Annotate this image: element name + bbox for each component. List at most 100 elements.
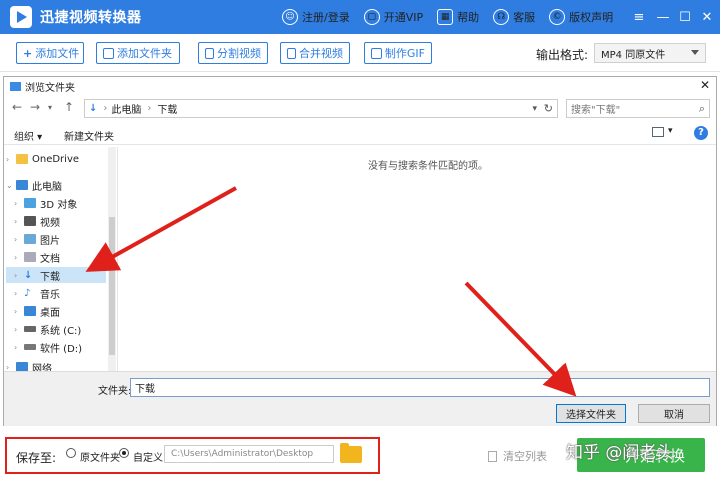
tree-label: 图片 (40, 235, 60, 247)
minimize-icon[interactable]: — (652, 0, 674, 34)
merge-video-label: 合并视频 (299, 47, 343, 60)
vip-label: 开通VIP (383, 11, 424, 24)
copyright-icon: © (549, 9, 566, 25)
merge-icon (287, 47, 296, 59)
refresh-icon[interactable]: ↻ (544, 102, 553, 115)
service-link[interactable]: ☊ 客服 (493, 9, 535, 25)
address-bar[interactable]: ↓ › 此电脑 › 下载 ▾ ↻ (84, 99, 558, 118)
tree-item-onedrive[interactable]: › OneDrive (6, 151, 106, 167)
network-icon (16, 362, 28, 371)
app-logo-icon (10, 6, 32, 28)
tree-label: 系统 (C:) (40, 325, 82, 337)
login-link[interactable]: ☺ 注册/登录 (282, 9, 350, 25)
picture-icon (24, 234, 36, 244)
add-file-button[interactable]: + 添加文件 (16, 42, 84, 64)
search-icon: ⌕ (698, 102, 705, 115)
new-folder-button[interactable]: 新建文件夹 (64, 128, 114, 143)
annotation-box (5, 437, 380, 474)
view-chevron-icon[interactable]: ▾ (668, 126, 673, 136)
plus-icon: + (23, 46, 33, 60)
dialog-footer: 文件夹: 下载 选择文件夹 取消 (4, 371, 716, 426)
onedrive-icon (16, 154, 28, 164)
drive-d-icon (24, 344, 36, 350)
tree-scrollbar[interactable] (108, 147, 116, 371)
app-title: 迅捷视频转换器 (40, 10, 142, 26)
tree-item-drive-d[interactable]: › 软件 (D:) (14, 339, 106, 355)
close-icon[interactable]: ✕ (696, 0, 718, 34)
dialog-close-icon[interactable]: ✕ (700, 78, 710, 92)
chevron-right-icon: › (14, 306, 18, 316)
copyright-link[interactable]: © 版权声明 (549, 9, 613, 25)
tree-item-videos[interactable]: › 视频 (14, 213, 106, 229)
tree-item-3d-objects[interactable]: › 3D 对象 (14, 195, 106, 211)
back-arrow-icon[interactable]: ← (12, 100, 22, 114)
tree-item-documents[interactable]: › 文档 (14, 249, 106, 265)
login-label: 注册/登录 (302, 11, 350, 24)
tree-label: 文档 (40, 253, 60, 265)
tree-label: 桌面 (40, 307, 60, 319)
forward-arrow-icon[interactable]: → (30, 100, 40, 114)
tree-item-this-pc[interactable]: ⌄ 此电脑 (6, 177, 106, 193)
output-format-value: MP4 同原文件 (601, 49, 666, 61)
folder-name-input[interactable]: 下载 (130, 378, 710, 397)
breadcrumb-this-pc[interactable]: 此电脑 (111, 101, 141, 116)
clear-list-button[interactable]: 清空列表 (488, 448, 547, 464)
select-folder-button[interactable]: 选择文件夹 (556, 404, 626, 423)
chevron-right-icon: › (14, 324, 18, 334)
chevron-right-icon: › (6, 362, 10, 372)
folder-label: 文件夹: (98, 386, 132, 397)
desktop-icon (24, 306, 36, 316)
document-icon (24, 252, 36, 262)
dialog-titlebar: 浏览文件夹 ✕ (4, 77, 716, 95)
cancel-button[interactable]: 取消 (638, 404, 710, 423)
search-input[interactable]: 搜索"下载" ⌕ (566, 99, 710, 118)
help-icon[interactable]: ? (694, 126, 708, 140)
organize-menu[interactable]: 组织 ▾ (14, 128, 42, 143)
tree-item-pictures[interactable]: › 图片 (14, 231, 106, 247)
dialog-title: 浏览文件夹 (25, 82, 75, 94)
chevron-right-icon: › (14, 270, 18, 280)
download-icon: ↓ (89, 103, 98, 114)
merge-video-button[interactable]: 合并视频 (280, 42, 350, 64)
recent-chevron-icon[interactable]: ▾ (48, 103, 52, 112)
copyright-label: 版权声明 (569, 11, 614, 24)
chevron-right-icon: › (14, 288, 18, 298)
address-row: ← → ▾ ↑ ↓ › 此电脑 › 下载 ▾ ↻ 搜索"下载" ⌕ (4, 97, 716, 119)
address-chevron-icon[interactable]: ▾ (532, 104, 537, 114)
view-icon[interactable] (652, 127, 664, 137)
split-video-button[interactable]: 分割视频 (198, 42, 268, 64)
trash-icon (488, 450, 497, 462)
output-format-select[interactable]: MP4 同原文件 (594, 43, 706, 63)
tree-item-network[interactable]: › 网络 (6, 359, 106, 371)
up-arrow-icon[interactable]: ↑ (64, 100, 74, 114)
make-gif-button[interactable]: 制作GIF (364, 42, 432, 64)
breadcrumb-downloads[interactable]: 下载 (157, 101, 177, 116)
chevron-right-icon: › (14, 234, 18, 244)
breadcrumb-separator-icon: › (103, 103, 108, 114)
tree-item-drive-c[interactable]: › 系统 (C:) (14, 321, 106, 337)
add-folder-label: 添加文件夹 (117, 47, 172, 60)
tree-item-downloads[interactable]: › ↓ 下载 (6, 267, 106, 283)
clear-list-label: 清空列表 (503, 450, 547, 463)
tree-label: 音乐 (40, 289, 60, 301)
add-folder-button[interactable]: 添加文件夹 (96, 42, 180, 64)
tree-item-desktop[interactable]: › 桌面 (14, 303, 106, 319)
breadcrumb-separator-icon: › (147, 103, 152, 114)
tree-item-music[interactable]: › ♪ 音乐 (14, 285, 106, 301)
make-gif-label: 制作GIF (384, 47, 425, 60)
search-placeholder: 搜索"下载" (571, 105, 621, 116)
user-icon: ☺ (282, 9, 298, 25)
maximize-icon[interactable]: ☐ (674, 0, 696, 34)
help-link[interactable]: ▦ 帮助 (437, 9, 479, 25)
header-links: ☺ 注册/登录 ▢ 开通VIP ▦ 帮助 ☊ 客服 © 版权声明 (282, 0, 627, 34)
menu-icon[interactable]: ≡ (628, 0, 650, 34)
video-icon (24, 216, 36, 226)
split-video-label: 分割视频 (217, 47, 261, 60)
service-label: 客服 (513, 11, 536, 24)
grid-icon: ▦ (437, 9, 454, 25)
vip-link[interactable]: ▢ 开通VIP (363, 9, 424, 25)
tree-label: 网络 (32, 363, 52, 372)
gif-icon (371, 47, 382, 59)
folder-tree: › OneDrive ⌄ 此电脑 › 3D 对象 › 视频 › 图片 › 文档 (4, 147, 118, 371)
scrollbar-thumb[interactable] (109, 217, 115, 355)
